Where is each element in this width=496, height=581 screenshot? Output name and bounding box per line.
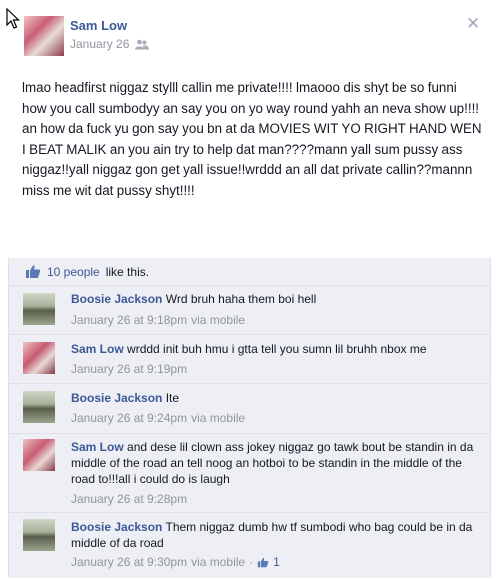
likes-suffix: like this. <box>105 264 150 279</box>
comment-meta: January 26 at 9:18pm via mobile <box>71 313 245 327</box>
comment-meta: January 26 at 9:19pm <box>71 362 187 376</box>
comment-time[interactable]: January 26 at 9:28pm <box>71 492 187 506</box>
comment-text: Ite <box>165 391 180 405</box>
comment-item: Boosie Jackson Them niggaz dumb hw tf su… <box>9 512 490 579</box>
comment-author[interactable]: Boosie Jackson <box>71 292 162 306</box>
commenter-avatar[interactable] <box>23 391 55 423</box>
likers-link[interactable]: 10 people <box>47 265 100 279</box>
comment-source: via mobile <box>191 313 246 327</box>
commenter-avatar[interactable] <box>23 439 55 471</box>
comment-item: Sam Low and dese lil clown ass jokey nig… <box>9 433 490 512</box>
commenter-avatar[interactable] <box>23 342 55 374</box>
commenter-avatar[interactable] <box>23 293 55 325</box>
comment-author[interactable]: Sam Low <box>71 440 124 454</box>
comment-item: Sam Low wrddd init buh hmu i gtta tell y… <box>9 334 490 383</box>
friends-audience-icon[interactable] <box>135 39 150 50</box>
comment-text-line: Boosie Jackson Wrd bruh haha them boi he… <box>71 291 476 307</box>
post-date[interactable]: January 26 <box>70 37 129 51</box>
thumbs-up-icon[interactable] <box>25 264 41 279</box>
comment-time[interactable]: January 26 at 9:24pm <box>71 411 187 425</box>
post-meta: January 26 <box>70 37 150 51</box>
comment-text: Wrd bruh haha them boi hell <box>165 292 317 306</box>
comment-author[interactable]: Boosie Jackson <box>71 391 162 405</box>
post-author-name[interactable]: Sam Low <box>70 18 127 33</box>
comment-meta: January 26 at 9:24pm via mobile <box>71 411 245 425</box>
comment-text-line: Sam Low wrddd init buh hmu i gtta tell y… <box>71 341 476 357</box>
comment-text-line: Boosie Jackson Ite <box>71 390 476 406</box>
comment-time[interactable]: January 26 at 9:18pm <box>71 313 187 327</box>
mouse-cursor-icon <box>6 8 20 29</box>
comment-text: wrddd init buh hmu i gtta tell you sumn … <box>127 342 427 356</box>
comment-time[interactable]: January 26 at 9:19pm <box>71 362 187 376</box>
likes-summary: 10 people like this. <box>25 264 149 279</box>
comment-item: Boosie Jackson Wrd bruh haha them boi he… <box>9 285 490 334</box>
feedback-section: 10 people like this. Boosie Jackson Wrd … <box>8 258 491 578</box>
separator-dot: · <box>249 555 254 569</box>
post-body-text: lmao headfirst niggaz stylll callin me p… <box>22 80 482 198</box>
comment-item: Boosie Jackson Ite January 26 at 9:24pm … <box>9 383 490 433</box>
comment-source: via mobile <box>191 411 246 425</box>
comment-text: and dese lil clown ass jokey niggaz go t… <box>71 440 474 486</box>
thumbs-up-icon[interactable] <box>257 557 269 568</box>
comment-meta: January 26 at 9:30pm via mobile · 1 <box>71 555 280 569</box>
comment-author[interactable]: Sam Low <box>71 342 124 356</box>
comment-meta: January 26 at 9:28pm <box>71 492 187 506</box>
comment-like-count[interactable]: 1 <box>273 555 280 569</box>
comment-time[interactable]: January 26 at 9:30pm <box>71 555 187 569</box>
comment-text-line: Boosie Jackson Them niggaz dumb hw tf su… <box>71 519 476 551</box>
commenter-avatar[interactable] <box>23 519 55 551</box>
post-author-avatar[interactable] <box>24 16 64 56</box>
comment-text-line: Sam Low and dese lil clown ass jokey nig… <box>71 439 476 487</box>
comment-source: via mobile <box>191 555 246 569</box>
close-icon[interactable]: ✕ <box>466 14 480 34</box>
comment-author[interactable]: Boosie Jackson <box>71 520 162 534</box>
